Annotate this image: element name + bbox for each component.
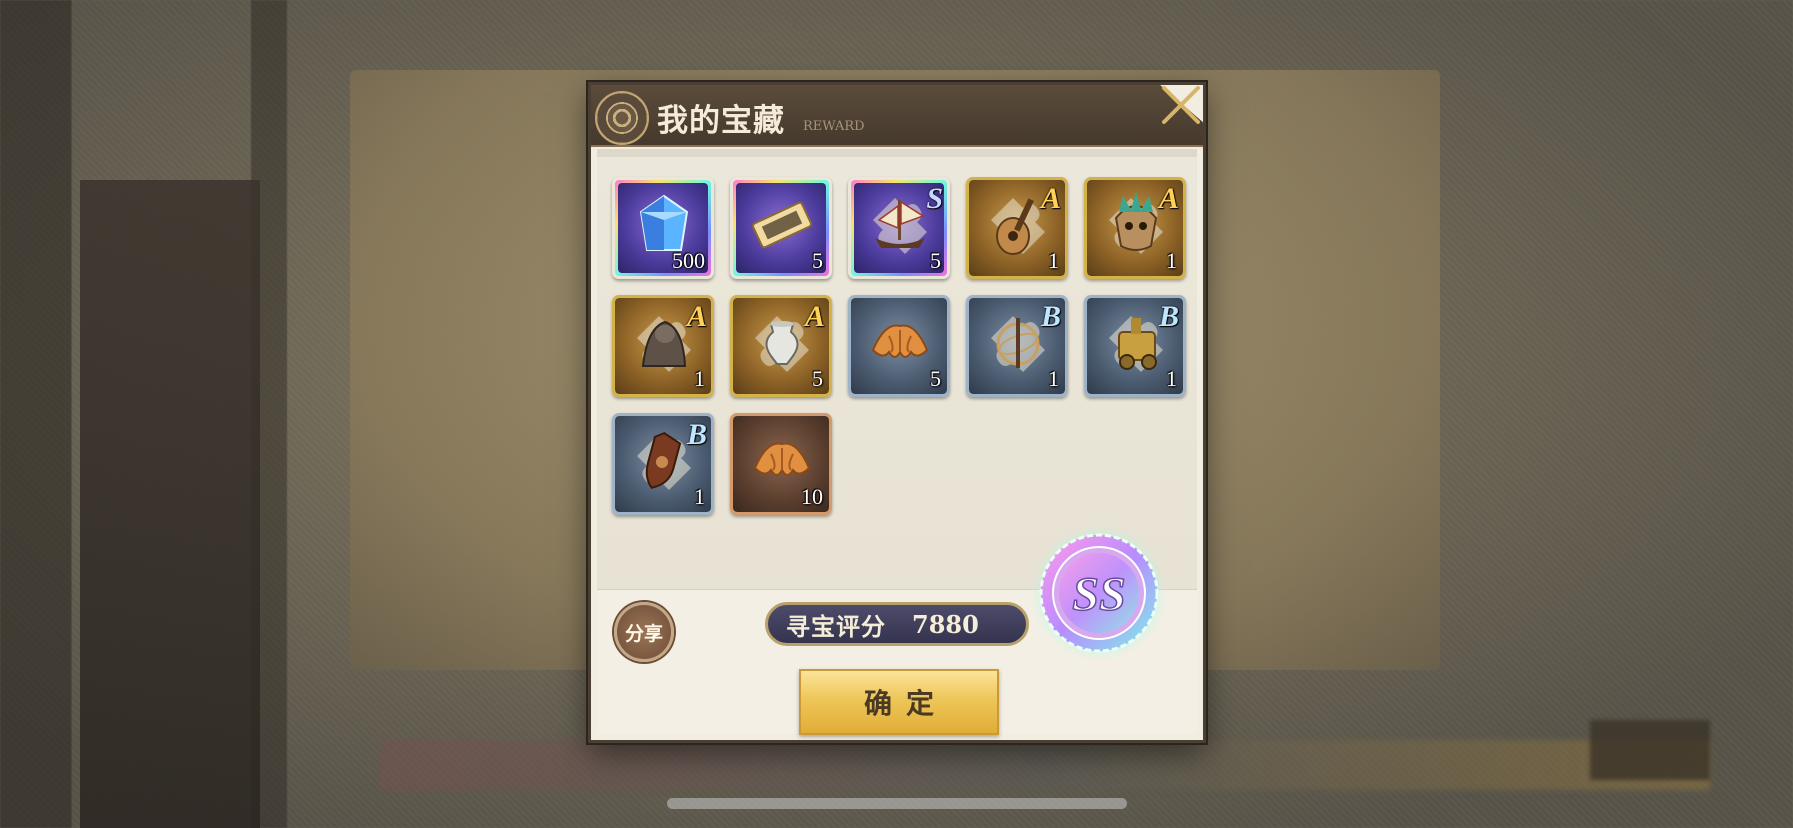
background-right-block [1590,720,1710,780]
item-count: 5 [812,366,823,391]
reward-item[interactable]: 500 [612,177,714,279]
reward-item[interactable]: S5 [848,177,950,279]
share-button[interactable]: 分享 [614,602,674,662]
sailing-ship-puzzle-icon [865,190,935,260]
ss-rank-badge-icon: SS [1030,524,1168,662]
close-x-icon [1162,86,1200,124]
reward-item[interactable]: 5 [848,295,950,397]
item-grade: A [686,300,707,333]
score-value: 7880 [912,609,979,639]
home-indicator[interactable] [667,798,1127,809]
item-grade: B [686,418,707,451]
item-grade: B [1158,300,1179,333]
item-count: 5 [930,366,941,391]
croissant-icon [865,308,935,378]
item-count: 1 [1048,248,1059,273]
close-button[interactable] [1158,82,1204,128]
reward-item[interactable]: B1 [966,295,1068,397]
dialog-subtitle: REWARD [803,119,865,134]
item-count: 1 [1166,248,1177,273]
reward-grid: 500 5 S 5 A 1 A 1 A 1 A 5 5 B 1 B 1 B 1 10 [612,177,1186,515]
item-grade: S [926,182,943,215]
item-count: 10 [801,484,823,509]
item-count: 1 [1048,366,1059,391]
reward-item[interactable]: B1 [612,413,714,515]
score-label: 寻宝评分 [786,611,886,641]
item-count: 5 [812,248,823,273]
confirm-button[interactable]: 确定 [799,669,999,735]
reward-item[interactable]: 10 [730,413,832,515]
item-count: 1 [694,366,705,391]
treasure-score-bar: 寻宝评分 7880 [765,602,1029,646]
reward-item[interactable]: 5 [730,177,832,279]
reward-item[interactable]: A1 [966,177,1068,279]
compass-emblem-icon [595,91,649,145]
item-grade: A [1158,182,1179,215]
item-grade: A [1040,182,1061,215]
rank-text: SS [1072,568,1125,621]
item-grade: A [804,300,825,333]
item-count: 5 [930,248,941,273]
gold-ticket-icon [747,190,817,260]
item-count: 500 [672,248,705,273]
reward-item[interactable]: B1 [1084,295,1186,397]
reward-item[interactable]: A1 [612,295,714,397]
background-bottom-strip [380,740,1710,790]
reward-item[interactable]: A5 [730,295,832,397]
reward-item[interactable]: A1 [1084,177,1186,279]
item-count: 1 [1166,366,1177,391]
item-count: 1 [694,484,705,509]
reward-items-area: 500 5 S 5 A 1 A 1 A 1 A 5 5 B 1 B 1 B 1 10 [597,149,1197,589]
background-left-panel [80,180,260,828]
item-grade: B [1040,300,1061,333]
dialog-header: 我的宝藏 REWARD [591,85,1203,147]
dialog-title: 我的宝藏 [657,103,785,139]
